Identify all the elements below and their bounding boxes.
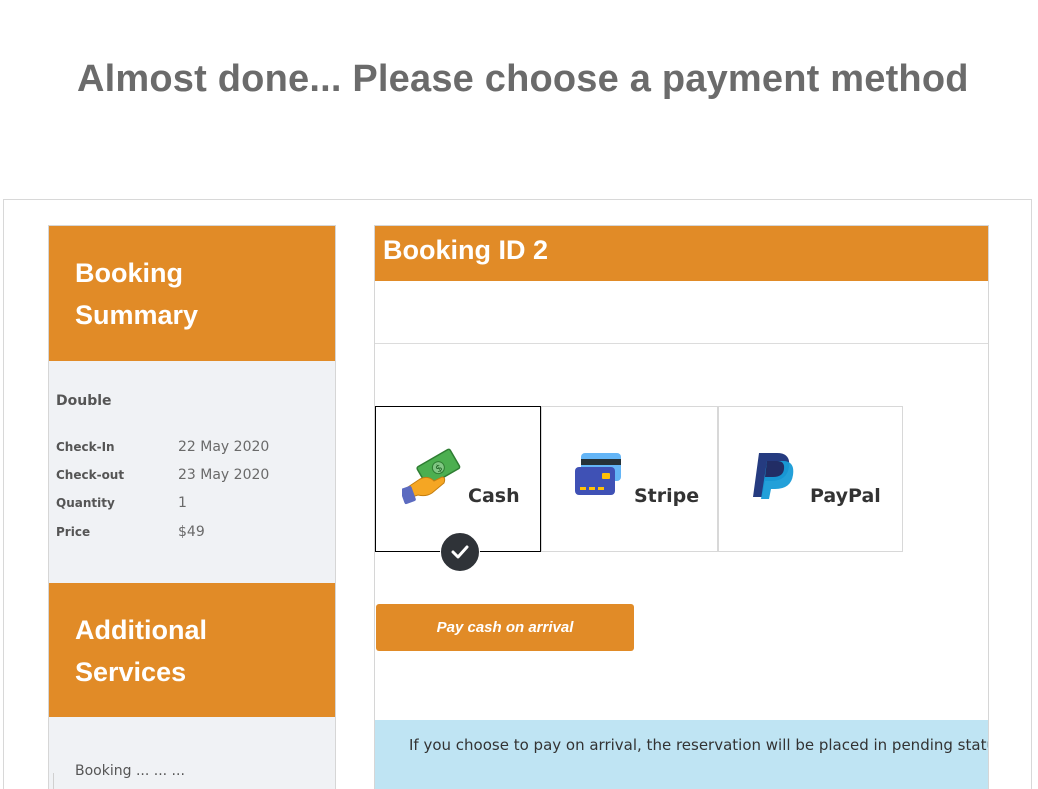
detail-row-check-out: Check-out 23 May 2020 [56,467,269,483]
detail-label: Check-In [56,440,115,454]
payment-option-stripe[interactable]: Stripe [541,406,718,552]
booking-summary-heading: Booking Summary [49,226,335,361]
divider [375,343,988,344]
detail-row-price: Price $49 [56,524,205,540]
detail-value: 23 May 2020 [178,467,270,483]
pay-cash-on-arrival-button[interactable]: Pay cash on arrival [376,604,634,651]
cash-hand-icon: $ [402,448,461,505]
additional-services-heading-line1: Additional [75,615,207,645]
payment-option-label: Cash [468,485,520,507]
payment-option-label: PayPal [810,485,881,507]
info-notice: If you choose to pay on arrival, the res… [375,720,988,789]
detail-value: 1 [178,495,187,511]
credit-card-icon [575,453,621,495]
additional-services-heading: Additional Services [49,583,335,717]
additional-services-heading-line2: Services [75,657,187,687]
additional-services-body: Booking ... ... ... [49,717,335,789]
divider [53,773,54,789]
detail-row-check-in: Check-In 22 May 2020 [56,439,269,455]
detail-label: Check-out [56,468,125,482]
checkmark-icon [451,545,469,559]
detail-row-quantity: Quantity 1 [56,495,187,511]
info-notice-text: If you choose to pay on arrival, the res… [409,736,989,754]
payment-option-cash[interactable]: $ Cash [375,406,541,572]
booking-sidebar: Booking Summary Double Check-In 22 May 20… [48,225,336,789]
booking-summary-heading-line1: Booking [75,258,183,288]
detail-value: 22 May 2020 [178,439,270,455]
room-type: Double [56,393,112,409]
page-title: Almost done... Please choose a payment m… [77,58,969,100]
booking-summary-body: Double Check-In 22 May 2020 Check-out 23 M… [49,361,335,583]
detail-value: $49 [178,524,205,540]
booking-id-heading: Booking ID 2 [375,226,988,281]
detail-label: Price [56,525,91,539]
booking-summary-heading-line2: Summary [75,300,199,330]
booking-panel: Booking ID 2 $ Cash Stripe PayPal Pay ca… [374,225,989,789]
selected-check-badge [440,532,480,572]
services-partial-text: Booking ... ... ... [75,763,185,779]
detail-label: Quantity [56,496,115,510]
payment-option-label: Stripe [634,485,700,507]
payment-option-paypal[interactable]: PayPal [718,406,903,552]
paypal-icon [753,453,794,499]
